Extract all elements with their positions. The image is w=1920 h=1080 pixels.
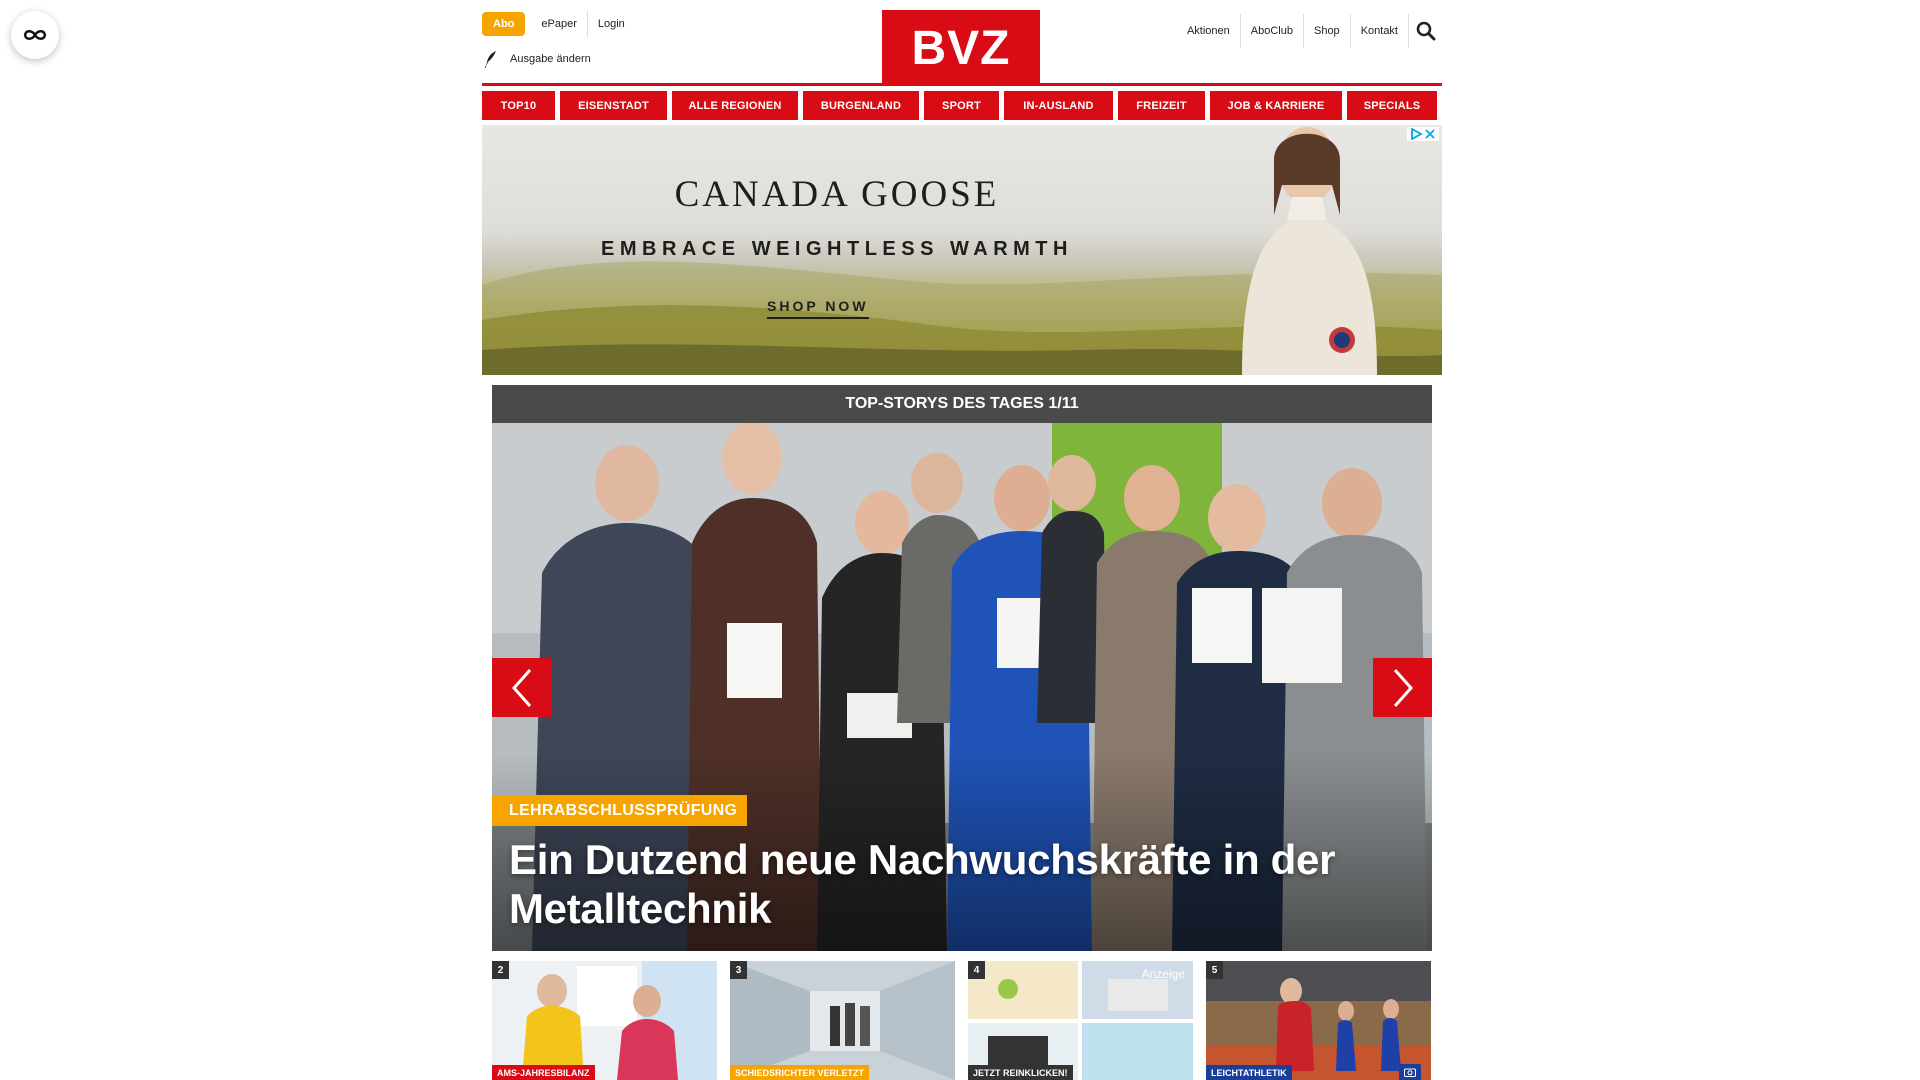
ad-shop-now-link[interactable]: SHOP NOW xyxy=(767,298,869,319)
adchoices-icon xyxy=(1411,128,1422,140)
ad-banner[interactable]: CANADA GOOSE EMBRACE WEIGHTLESS WARMTH S… xyxy=(482,125,1442,375)
header-left: Abo ePaper Login xyxy=(482,11,635,37)
nav-item-freizeit[interactable]: FREIZEIT xyxy=(1118,91,1205,120)
thumb-number: 4 xyxy=(968,961,985,979)
epaper-link[interactable]: ePaper xyxy=(531,11,586,37)
login-link[interactable]: Login xyxy=(586,11,635,37)
main-nav: TOP10 EISENSTADT ALLE REGIONEN BURGENLAN… xyxy=(482,91,1442,120)
thumb-tag: AMS-JAHRESBILANZ xyxy=(492,1065,595,1080)
top-stories: TOP-STORYS DES TAGES 1/11 LEHRABSCHLUSSP… xyxy=(492,385,1432,951)
ad-brand: CANADA GOOSE xyxy=(674,174,1000,215)
thumb-tag: SCHIEDSRICHTER VERLETZT xyxy=(730,1065,870,1080)
header-right: Aktionen AboClub Shop Kontakt xyxy=(1175,14,1442,48)
edition-switch[interactable]: Ausgabe ändern xyxy=(482,50,591,68)
site-header: Abo ePaper Login Ausgabe ändern BVZ Akti… xyxy=(482,0,1442,86)
quill-icon xyxy=(485,51,496,68)
thumb-number: 2 xyxy=(492,961,509,979)
thumb-tag: JETZT REINKLICKEN! xyxy=(968,1065,1073,1080)
ad-model-image xyxy=(1242,127,1377,375)
accessibility-button[interactable] xyxy=(11,11,59,59)
abo-button[interactable]: Abo xyxy=(482,12,526,36)
story-thumbnails: 2 AMS-JAHRESBILANZ 3 SCHIEDSRICHTER VERL… xyxy=(492,961,1431,1080)
thumb-tag: LEICHTATHLETIK xyxy=(1206,1065,1292,1080)
page-container: Abo ePaper Login Ausgabe ändern BVZ Akti… xyxy=(482,0,1442,1080)
thumb-number: 5 xyxy=(1206,961,1223,979)
aktionen-link[interactable]: Aktionen xyxy=(1177,14,1240,48)
thumb-image xyxy=(492,961,717,1080)
ad-tagline: EMBRACE WEIGHTLESS WARMTH xyxy=(601,238,1073,260)
chevron-left-icon xyxy=(511,668,531,707)
nav-item-job-karriere[interactable]: JOB & KARRIERE xyxy=(1210,91,1342,120)
search-icon xyxy=(1416,21,1435,41)
thumb-image xyxy=(1206,961,1431,1080)
nav-item-eisenstadt[interactable]: EISENSTADT xyxy=(560,91,667,120)
bvz-logo[interactable]: BVZ xyxy=(882,10,1040,86)
thumb-story-2[interactable]: 2 AMS-JAHRESBILANZ xyxy=(492,961,717,1080)
aboclub-link[interactable]: AboClub xyxy=(1239,14,1303,48)
hero-story[interactable]: LEHRABSCHLUSSPRÜFUNG Ein Dutzend neue Na… xyxy=(492,423,1432,951)
thumb-number: 3 xyxy=(730,961,747,979)
nav-item-in-ausland[interactable]: IN-AUSLAND xyxy=(1004,91,1113,120)
camera-icon xyxy=(1399,1064,1421,1080)
nav-item-sport[interactable]: SPORT xyxy=(924,91,999,120)
thumb-ad-badge: Anzeige xyxy=(1141,967,1185,981)
nav-item-burgenland[interactable]: BURGENLAND xyxy=(803,91,919,120)
thumb-image xyxy=(730,961,955,1080)
carousel-prev-button[interactable] xyxy=(492,658,551,717)
accessibility-icon xyxy=(23,30,47,40)
nav-item-top10[interactable]: TOP10 xyxy=(482,91,555,120)
thumb-story-3[interactable]: 3 SCHIEDSRICHTER VERLETZT xyxy=(730,961,955,1080)
search-button[interactable] xyxy=(1408,14,1442,48)
thumb-story-5[interactable]: 5 LEICHTATHLETIK xyxy=(1206,961,1431,1080)
story-kicker: LEHRABSCHLUSSPRÜFUNG xyxy=(492,795,748,826)
kontakt-link[interactable]: Kontakt xyxy=(1349,14,1408,48)
thumb-story-4[interactable]: 4 Anzeige JETZT REINKLICKEN! xyxy=(968,961,1193,1080)
shop-link[interactable]: Shop xyxy=(1302,14,1350,48)
nav-item-alle-regionen[interactable]: ALLE REGIONEN xyxy=(672,91,798,120)
nav-item-specials[interactable]: SPECIALS xyxy=(1347,91,1437,120)
carousel-next-button[interactable] xyxy=(1373,658,1432,717)
story-headline[interactable]: Ein Dutzend neue Nachwuchskräfte in der … xyxy=(509,835,1409,933)
edition-label: Ausgabe ändern xyxy=(510,53,591,65)
top-stories-header: TOP-STORYS DES TAGES 1/11 xyxy=(492,385,1432,423)
ad-choices[interactable] xyxy=(1407,127,1439,141)
chevron-right-icon xyxy=(1393,668,1413,707)
close-icon[interactable] xyxy=(1424,128,1436,140)
